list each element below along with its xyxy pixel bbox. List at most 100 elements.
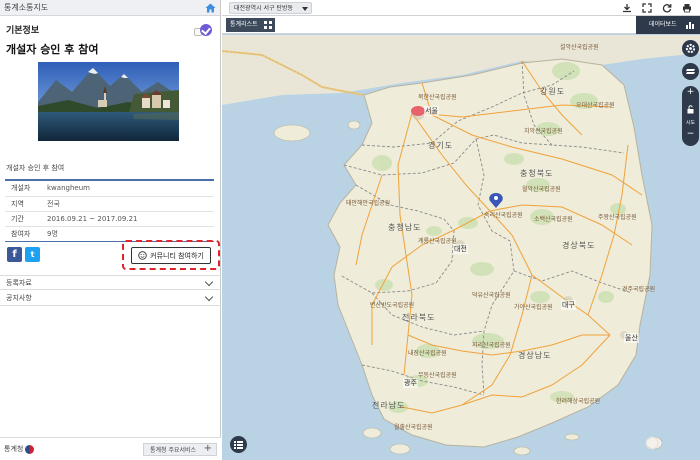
info-key-region: 지역 xyxy=(5,196,41,212)
info-value-region: 전국 xyxy=(41,196,214,212)
data-board-label: 데이터보드 xyxy=(649,21,677,28)
map-park-label: 소백산국립공원 xyxy=(534,216,573,223)
info-table: 개설자 kwangheum 지역 전국 기간 2016.09.21 ~ 2017… xyxy=(5,181,214,242)
zoom-level-label: 시도 xyxy=(685,120,696,126)
map-label-chungbuk: 충청북도 xyxy=(520,169,554,178)
map-park-label: 변산반도국립공원 xyxy=(370,302,415,309)
app-root: 통계소통지도 기본정보 개설자 승인 후 참여 개설자 승인 후 참여 개설자 … xyxy=(0,0,700,460)
map-park-label: 가야산국립공원 xyxy=(514,304,553,311)
page-title: 개설자 승인 후 참여 xyxy=(6,43,99,56)
services-label: 통계청 주요서비스 xyxy=(150,447,197,454)
join-button-label: 커뮤니티 참여하기 xyxy=(150,251,204,260)
layers-icon xyxy=(686,69,695,74)
join-button-highlight: 커뮤니티 참여하기 xyxy=(122,240,220,270)
chevron-down-icon xyxy=(204,277,214,287)
map-park-label: 계룡산국립공원 xyxy=(418,238,457,245)
info-value-period: 2016.09.21 ~ 2017.09.21 xyxy=(41,211,214,227)
refresh-icon[interactable] xyxy=(662,3,672,13)
settings-button[interactable] xyxy=(682,40,699,57)
location-select-value: 대전광역시 서구 탄방동 xyxy=(234,5,294,12)
stat-list-button[interactable]: 통계리스트 xyxy=(226,18,275,32)
map-label-jeonnam: 전라남도 xyxy=(372,401,406,410)
statistics-korea-logo[interactable]: 통계청 xyxy=(4,444,35,454)
logo-mark-icon xyxy=(25,444,35,454)
map-park-label: 내장산국립공원 xyxy=(408,350,447,357)
fullscreen-icon[interactable] xyxy=(642,3,652,13)
home-icon[interactable] xyxy=(205,3,216,13)
settings-icon xyxy=(685,43,696,54)
seoul-marker[interactable] xyxy=(411,106,425,116)
map-park-label: 지리산국립공원 xyxy=(472,342,511,349)
info-value-creator: kwangheum xyxy=(41,181,214,197)
info-value-participants: 9명 xyxy=(41,226,214,242)
chevron-down-icon xyxy=(204,292,214,302)
plus-icon: + xyxy=(203,443,212,454)
map-park-label: 태안해안국립공원 xyxy=(346,200,391,207)
map-park-label: 속리산국립공원 xyxy=(484,212,523,219)
map-park-label: 월악산국립공원 xyxy=(522,186,561,193)
map-city-ulsan: 울산 xyxy=(624,333,639,343)
map-city-gwangju: 광주 xyxy=(403,378,418,388)
map-park-label: 덕유산국립공원 xyxy=(472,292,511,299)
accordion-notices[interactable]: 공지사항 xyxy=(0,291,221,306)
table-row: 참여자 9명 xyxy=(5,226,214,242)
location-select[interactable]: 대전광역시 서구 탄방동 xyxy=(229,2,312,14)
layers-button[interactable] xyxy=(682,63,699,80)
map-park-label: 주왕산국립공원 xyxy=(598,214,637,221)
info-key-period: 기간 xyxy=(5,211,41,227)
map-park-label: 오대산국립공원 xyxy=(576,102,615,109)
table-row: 기간 2016.09.21 ~ 2017.09.21 xyxy=(5,211,214,227)
app-title: 통계소통지도 xyxy=(4,3,49,12)
map-park-label: 한려해상국립공원 xyxy=(556,398,601,405)
map-label-chungnam: 충청남도 xyxy=(388,223,422,232)
info-key-creator: 개설자 xyxy=(5,181,41,197)
accordion-label: 공지사항 xyxy=(6,294,32,302)
map-park-label: 경주국립공원 xyxy=(622,286,656,293)
map-park-label: 북한산국립공원 xyxy=(418,94,457,101)
map-label-gyeongnam: 경상남도 xyxy=(518,351,552,360)
main-services-button[interactable]: 통계청 주요서비스 + xyxy=(143,443,217,456)
map-label-gyeonggi: 경기도 xyxy=(428,141,454,150)
map-tabbar: 통계리스트 데이터보드 xyxy=(222,16,700,34)
map-label-jeonbuk: 전라북도 xyxy=(402,313,436,322)
chevron-down-icon xyxy=(302,7,308,11)
zoom-out-button[interactable]: − xyxy=(682,129,699,139)
map-label-gangwon: 강원도 xyxy=(540,87,566,96)
map-city-daejeon: 대전 xyxy=(453,244,468,254)
accordion-label: 등록자료 xyxy=(6,279,32,287)
zoom-in-button[interactable]: + xyxy=(682,87,699,97)
stat-list-label: 통계리스트 xyxy=(230,21,258,28)
table-row: 개설자 kwangheum xyxy=(5,181,214,197)
facebook-share-icon[interactable]: f xyxy=(7,247,22,262)
legend-button[interactable] xyxy=(230,436,247,453)
print-icon[interactable] xyxy=(682,3,692,13)
map-label-gyeongbuk: 경상북도 xyxy=(562,241,596,250)
photo-caption: 개설자 승인 후 참여 xyxy=(6,164,65,172)
panel-header: 통계소통지도 xyxy=(0,0,220,16)
grid-icon xyxy=(264,21,272,29)
info-key-participants: 참여자 xyxy=(5,226,41,242)
map-view[interactable]: 강원도 경기도 충청북도 충청남도 경상북도 전라북도 경상남도 전라남도 서울… xyxy=(222,0,700,460)
panel-footer: 통계청 통계청 주요서비스 + xyxy=(0,437,221,460)
map-city-seoul: 서울 xyxy=(424,106,439,116)
bar-chart-icon xyxy=(686,22,694,29)
smile-icon xyxy=(138,251,147,260)
join-community-button[interactable]: 커뮤니티 참여하기 xyxy=(131,247,211,264)
section-title: 기본정보 xyxy=(6,26,40,36)
map-topbar: 대전광역시 서구 탄방동 xyxy=(222,0,700,16)
data-board-button[interactable]: 데이터보드 xyxy=(636,16,700,34)
logo-text: 통계청 xyxy=(4,445,24,453)
share-icon[interactable] xyxy=(200,24,212,36)
table-row: 지역 전국 xyxy=(5,196,214,212)
zoom-control: + 시도 − xyxy=(682,86,699,146)
lock-icon[interactable] xyxy=(686,105,695,114)
twitter-share-icon[interactable]: t xyxy=(25,247,40,262)
map-park-label: 무등산국립공원 xyxy=(418,372,457,379)
info-panel: 통계소통지도 기본정보 개설자 승인 후 참여 개설자 승인 후 참여 개설자 … xyxy=(0,0,221,460)
map-park-label: 설악산국립공원 xyxy=(560,44,599,51)
accordion-registered-data[interactable]: 등록자료 xyxy=(0,275,221,290)
community-photo xyxy=(38,62,179,141)
map-city-daegu: 대구 xyxy=(561,300,576,310)
map-park-label: 월출산국립공원 xyxy=(394,424,433,431)
download-icon[interactable] xyxy=(622,3,632,13)
